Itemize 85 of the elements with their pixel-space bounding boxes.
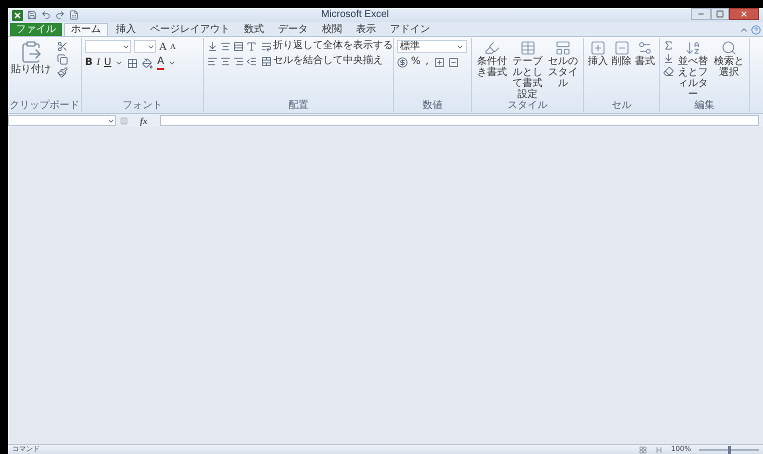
delete-cells-icon xyxy=(614,40,630,56)
help-icon[interactable] xyxy=(751,25,761,35)
merge-icon xyxy=(261,56,272,66)
close-icon xyxy=(740,10,748,18)
fill-color-icon[interactable] xyxy=(142,58,154,68)
ribbon-tab[interactable]: アドイン xyxy=(384,23,436,36)
font-color-button[interactable]: A xyxy=(157,56,164,70)
orientation-icon[interactable] xyxy=(246,40,257,52)
currency-icon[interactable] xyxy=(397,56,408,68)
group-label: セル xyxy=(612,100,632,112)
ribbon-tab[interactable]: 表示 xyxy=(350,23,382,36)
table-icon xyxy=(520,40,536,56)
maximize-button[interactable] xyxy=(711,8,729,20)
bottom-align-icon[interactable] xyxy=(233,40,244,52)
divider-handle-icon[interactable] xyxy=(120,116,128,124)
search-icon xyxy=(721,40,737,56)
ribbon-button[interactable]: セルのスタイル xyxy=(546,40,580,89)
format-cells-icon xyxy=(637,40,654,56)
close-button[interactable] xyxy=(729,8,759,20)
font-name-field[interactable] xyxy=(85,40,131,53)
caret-icon[interactable] xyxy=(168,59,176,67)
cell-style-icon xyxy=(555,40,572,56)
sum-icon[interactable] xyxy=(663,40,674,51)
align-right-icon[interactable] xyxy=(233,56,244,66)
group-label: スタイル xyxy=(508,100,548,112)
merge-button[interactable]: セルを結合して中央揃え xyxy=(261,55,383,67)
document-icon[interactable] xyxy=(69,10,79,20)
ribbon-tab[interactable]: データ xyxy=(272,23,314,36)
increase-decimal-icon[interactable] xyxy=(434,56,445,68)
ribbon-button[interactable]: 挿入 xyxy=(587,40,609,67)
ribbon-button[interactable]: 検索と選択 xyxy=(712,40,746,78)
group-label: 数値 xyxy=(422,100,442,112)
minimize-button[interactable] xyxy=(691,8,711,20)
copy-icon[interactable] xyxy=(57,54,68,65)
window-title: Microsoft Excel xyxy=(321,9,389,21)
grow-font-button[interactable]: A xyxy=(159,40,167,52)
sort-icon xyxy=(685,40,701,56)
borders-icon[interactable] xyxy=(127,58,138,68)
group-label: 編集 xyxy=(694,100,714,112)
ribbon-tab[interactable]: ページレイアウト xyxy=(144,23,236,36)
app-icon[interactable] xyxy=(12,10,23,20)
middle-align-icon[interactable] xyxy=(220,40,231,52)
brush-icon[interactable] xyxy=(57,67,68,78)
align-left-icon[interactable] xyxy=(207,56,218,66)
align-center-icon[interactable] xyxy=(220,56,231,66)
wrap-text-button[interactable]: 折り返して全体を表示する xyxy=(261,40,393,52)
slider-thumb[interactable] xyxy=(728,446,730,454)
ribbon-tab[interactable]: ファイル xyxy=(10,23,62,36)
fill-icon[interactable] xyxy=(663,53,674,64)
eraser-icon[interactable] xyxy=(663,66,674,77)
ribbon-tab[interactable]: 校閲 xyxy=(316,23,348,36)
shrink-font-button[interactable]: A xyxy=(170,40,176,52)
paste-button[interactable]: 貼り付け xyxy=(11,40,51,75)
group-label: フォント xyxy=(122,100,162,112)
percent-button[interactable]: % xyxy=(411,56,421,68)
ribbon-tab[interactable]: 数式 xyxy=(238,23,270,36)
insert-cells-icon xyxy=(590,40,606,56)
group-label: 配置 xyxy=(288,100,308,112)
ribbon-tab[interactable]: 挿入 xyxy=(110,23,142,36)
font-size-field[interactable] xyxy=(134,40,156,53)
ribbon-button[interactable]: 削除 xyxy=(610,40,632,67)
cut-icon[interactable] xyxy=(57,41,68,52)
italic-button[interactable]: I xyxy=(96,57,100,69)
ribbon-tab[interactable]: ホーム xyxy=(64,23,108,36)
ribbon-button[interactable]: 条件付き書式 xyxy=(475,40,509,78)
ribbon-button[interactable]: 並べ替えとフィルター xyxy=(676,40,710,100)
maximize-icon xyxy=(716,10,724,18)
normal-view-icon[interactable] xyxy=(638,446,647,454)
underline-button[interactable]: U xyxy=(104,57,112,69)
wrap-icon xyxy=(261,40,272,52)
function-label[interactable]: fx xyxy=(132,116,156,126)
bold-button[interactable]: B xyxy=(85,57,93,69)
ribbon-button[interactable]: テーブルとして書式設定 xyxy=(510,40,544,100)
number-format-field[interactable]: 標準 xyxy=(397,40,467,53)
save-icon[interactable] xyxy=(27,10,37,20)
undo-icon[interactable] xyxy=(41,10,51,20)
comma-button[interactable]: , xyxy=(424,56,431,68)
redo-icon[interactable] xyxy=(55,10,65,20)
ribbon-button[interactable]: 書式 xyxy=(634,40,656,67)
formula-field[interactable] xyxy=(160,115,759,126)
group-label: クリップボード xyxy=(10,100,80,112)
top-align-icon[interactable] xyxy=(207,40,218,52)
decrease-decimal-icon[interactable] xyxy=(448,56,459,68)
outdent-icon[interactable] xyxy=(246,56,257,66)
highlight-icon xyxy=(484,40,500,56)
